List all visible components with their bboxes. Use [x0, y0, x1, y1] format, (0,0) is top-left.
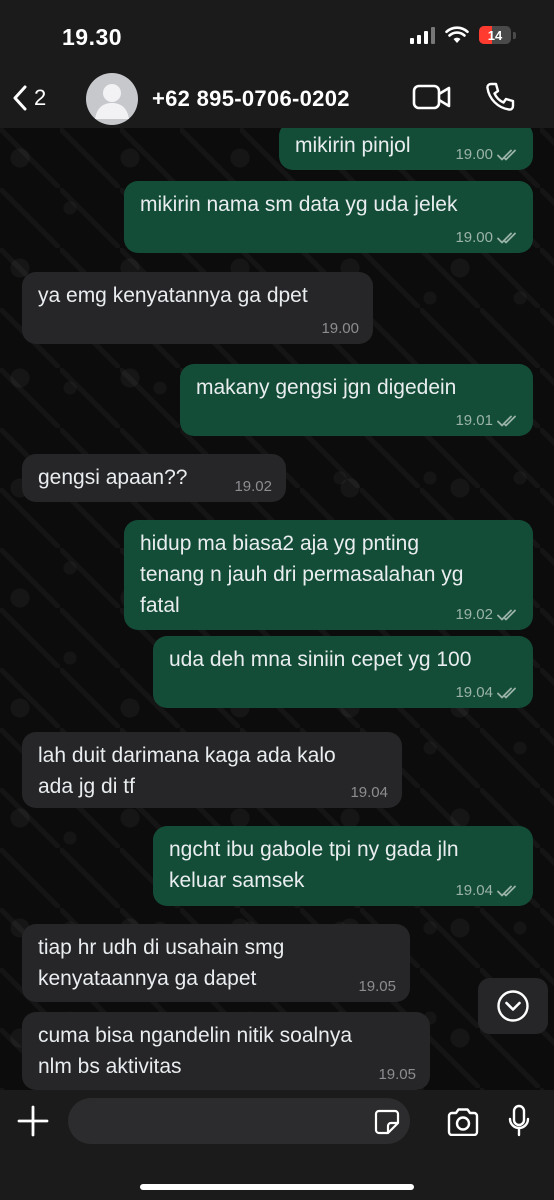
video-camera-icon [412, 84, 451, 110]
message-meta: 19.00 [455, 229, 519, 247]
message-time: 19.04 [350, 784, 388, 801]
double-check-icon [497, 609, 516, 621]
plus-icon [17, 1105, 49, 1137]
message-time: 19.05 [378, 1066, 416, 1083]
sticker-button[interactable] [374, 1109, 400, 1140]
message-meta: 19.05 [378, 1066, 416, 1084]
double-check-icon [497, 149, 516, 161]
message-bubble-outgoing[interactable]: ngcht ibu gabole tpi ny gada jln keluar … [153, 826, 533, 906]
message-meta: 19.04 [350, 784, 388, 802]
status-icons: 14 [410, 26, 516, 44]
double-check-icon [497, 687, 516, 699]
message-bubble-outgoing[interactable]: mikirin nama sm data yg uda jelek 19.00 [124, 181, 533, 253]
message-bubble-incoming[interactable]: ya emg kenyatannya ga dpet 19.00 [22, 272, 373, 344]
message-time: 19.00 [455, 229, 493, 246]
message-bubble-outgoing[interactable]: hidup ma biasa2 aja yg pnting tenang n j… [124, 520, 533, 630]
message-time: 19.00 [455, 146, 493, 163]
message-meta: 19.00 [321, 320, 359, 338]
message-bubble-incoming[interactable]: gengsi apaan?? 19.02 [22, 454, 286, 502]
message-input[interactable] [68, 1098, 410, 1144]
message-time: 19.05 [358, 978, 396, 995]
double-check-icon [497, 415, 516, 427]
chevron-down-circle-icon [497, 990, 529, 1022]
message-meta: 19.02 [234, 478, 272, 496]
status-time: 19.30 [62, 24, 123, 50]
attach-button[interactable] [16, 1104, 50, 1143]
sticker-icon [374, 1109, 400, 1135]
phone-icon [486, 82, 515, 111]
message-meta: 19.05 [358, 978, 396, 996]
message-bubble-incoming[interactable]: lah duit darimana kaga ada kalo ada jg d… [22, 732, 402, 808]
message-time: 19.02 [234, 478, 272, 495]
scroll-to-bottom-button[interactable] [478, 978, 548, 1034]
battery-icon: 14 [479, 26, 511, 44]
home-indicator [140, 1184, 414, 1190]
message-text: uda deh mna siniin cepet yg 100 [169, 648, 472, 671]
message-text: cuma bisa ngandelin nitik soalnya nlm bs… [38, 1024, 353, 1078]
message-text: mikirin nama sm data yg uda jelek [140, 193, 458, 216]
microphone-button[interactable] [508, 1104, 530, 1143]
message-meta: 19.00 [455, 146, 519, 164]
chat-header: 2 +62 895-0706-0202 [0, 70, 554, 128]
message-time: 19.01 [455, 412, 493, 429]
camera-icon [447, 1108, 479, 1137]
double-check-icon [497, 885, 516, 897]
message-time: 19.04 [455, 684, 493, 701]
message-text: makany gengsi jgn digedein [196, 376, 457, 399]
wifi-icon [445, 26, 469, 43]
video-call-button[interactable] [412, 83, 452, 116]
status-bar: 19.30 14 [0, 0, 554, 70]
cellular-signal-icon [410, 26, 435, 44]
message-bubble-outgoing[interactable]: uda deh mna siniin cepet yg 100 19.04 [153, 636, 533, 708]
message-text: tiap hr udh di usahain smg kenyataannya … [38, 936, 285, 990]
message-meta: 19.01 [455, 412, 519, 430]
message-bubble-outgoing[interactable]: mikirin pinjol 19.00 [279, 128, 533, 170]
message-time: 19.02 [455, 606, 493, 623]
message-text: ya emg kenyatannya ga dpet [38, 284, 308, 307]
message-text: lah duit darimana kaga ada kalo ada jg d… [38, 744, 336, 798]
double-check-icon [497, 232, 516, 244]
message-meta: 19.04 [455, 684, 519, 702]
chevron-left-icon [13, 85, 27, 111]
message-bubble-incoming[interactable]: tiap hr udh di usahain smg kenyataannya … [22, 924, 410, 1002]
battery-level: 14 [487, 27, 503, 43]
message-meta: 19.02 [455, 606, 519, 624]
message-bubble-outgoing[interactable]: makany gengsi jgn digedein 19.01 [180, 364, 533, 436]
message-time: 19.04 [455, 882, 493, 899]
back-button[interactable]: 2 [12, 78, 46, 118]
camera-button[interactable] [446, 1108, 480, 1141]
microphone-icon [508, 1104, 530, 1137]
contact-avatar[interactable] [86, 73, 138, 125]
battery-cap [513, 31, 516, 39]
message-list[interactable]: mikirin pinjol 19.00 mikirin nama sm dat… [0, 128, 554, 1090]
voice-call-button[interactable] [484, 81, 516, 118]
message-bubble-incoming[interactable]: cuma bisa ngandelin nitik soalnya nlm bs… [22, 1012, 430, 1090]
contact-name[interactable]: +62 895-0706-0202 [152, 86, 350, 112]
unread-count: 2 [34, 85, 47, 110]
message-time: 19.00 [321, 320, 359, 337]
message-meta: 19.04 [455, 882, 519, 900]
default-avatar-icon [95, 84, 129, 119]
